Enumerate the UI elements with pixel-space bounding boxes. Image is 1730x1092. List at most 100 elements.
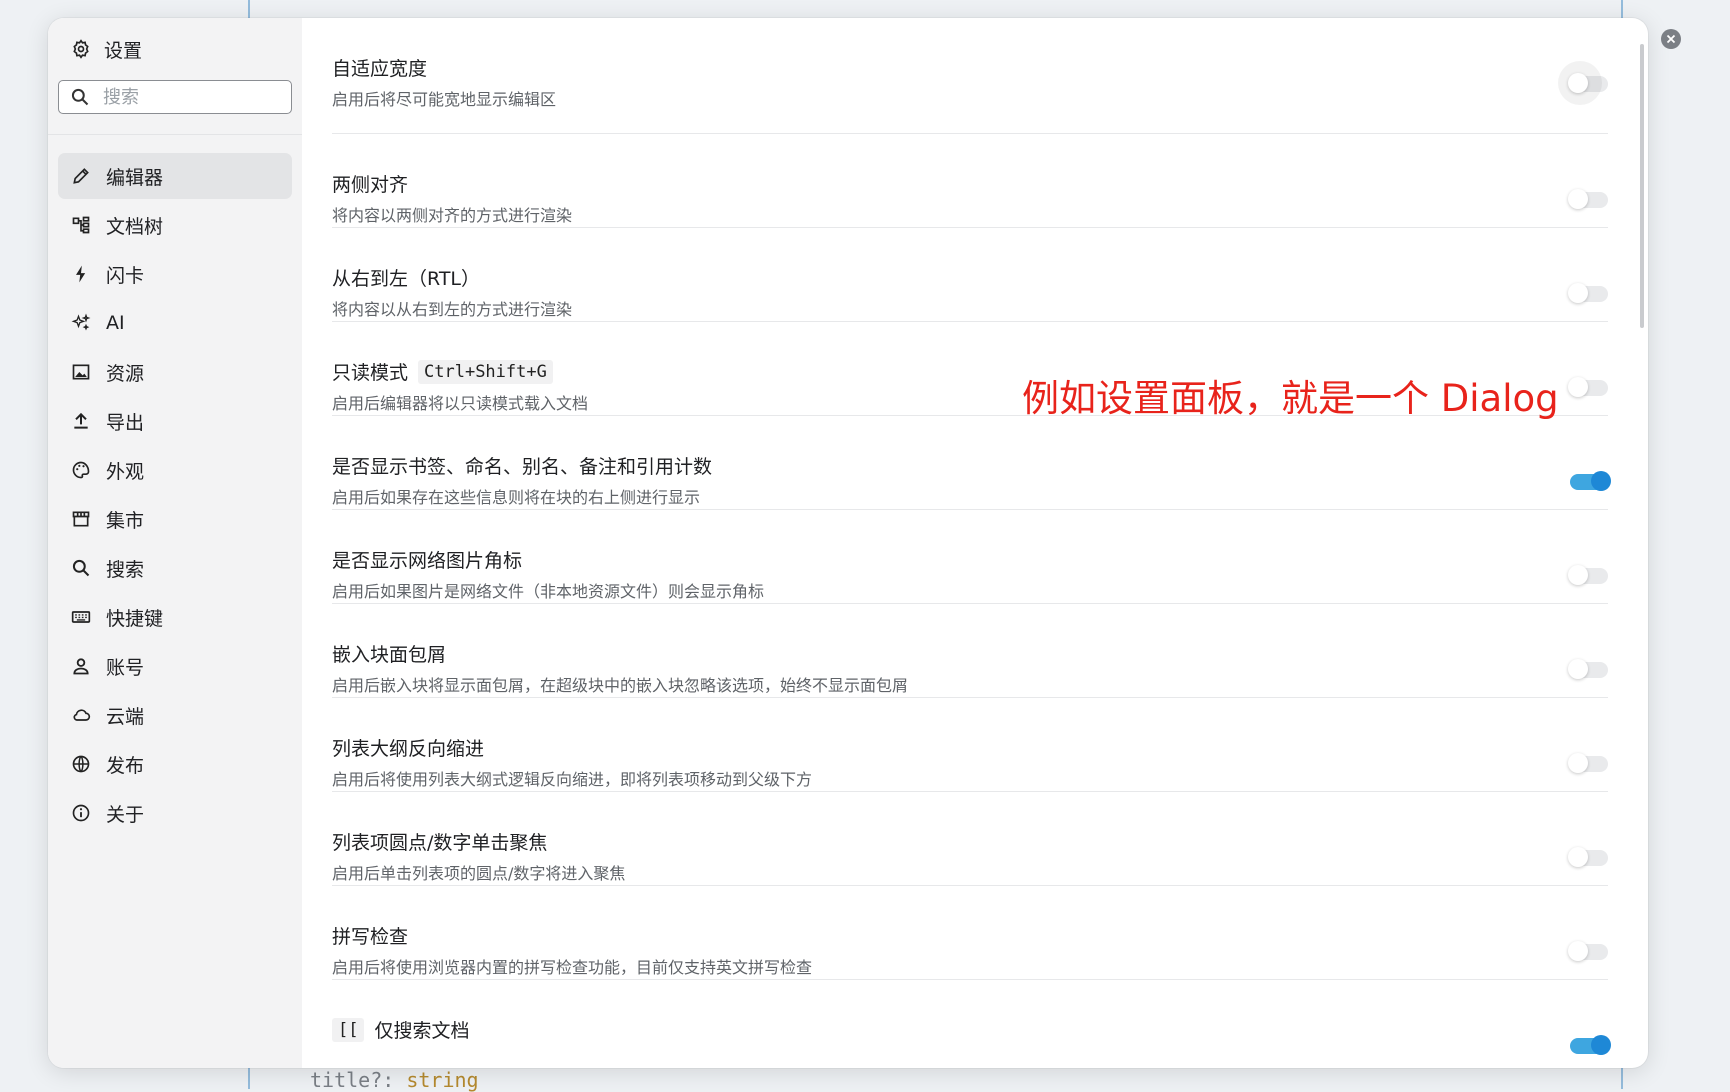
sidebar-item-7[interactable]: 集市 (58, 496, 292, 542)
setting-shortcut: Ctrl+Shift+G (418, 359, 553, 384)
globe-icon (70, 753, 92, 775)
setting-title: 嵌入块面包屑 (332, 644, 447, 666)
setting-row: 两侧对齐 将内容以两侧对齐的方式进行渲染 (332, 134, 1608, 228)
setting-row: 自适应宽度启用后将尽可能宽地显示编辑区 (332, 18, 1608, 134)
setting-row: 是否显示书签、命名、别名、备注和引用计数 启用后如果存在这些信息则将在块的右上侧进… (332, 416, 1611, 510)
sidebar-item-11[interactable]: 云端 (58, 692, 292, 738)
setting-title-wrap: 自适应宽度 (332, 54, 427, 81)
setting-row: 拼写检查 启用后将使用浏览器内置的拼写检查功能，目前仅支持英文拼写检查 (332, 886, 1608, 980)
sidebar-item-3[interactable]: AI (58, 300, 292, 346)
setting-title-wrap: 嵌入块面包屑 (332, 640, 446, 667)
toggle-knob (1568, 565, 1588, 585)
setting-toggle[interactable] (1568, 753, 1608, 773)
sidebar-item-label: 账号 (106, 656, 145, 679)
search-input[interactable] (101, 85, 275, 109)
setting-title: 两侧对齐 (332, 174, 409, 196)
setting-title-wrap: 只读模式 Ctrl+Shift+G (332, 358, 553, 385)
tree-icon (70, 214, 92, 236)
sidebar-item-label: 快捷键 (106, 607, 164, 630)
setting-toggle[interactable] (1568, 189, 1608, 209)
sidebar-item-9[interactable]: 快捷键 (58, 594, 292, 640)
setting-title-wrap: 列表项圆点/数字单击聚焦 (332, 828, 547, 855)
sidebar-item-label: 集市 (106, 509, 145, 532)
setting-row: [[仅搜索文档 (332, 980, 1611, 1068)
setting-description: 启用后单击列表项的圆点/数字将进入聚焦 (332, 864, 626, 883)
gear-icon (70, 38, 92, 60)
setting-row: 列表项圆点/数字单击聚焦启用后单击列表项的圆点/数字将进入聚焦 (332, 792, 1608, 886)
setting-row: 是否显示网络图片角标启用后如果图片是网络文件（非本地资源文件）则会显示角标 (332, 510, 1608, 604)
setting-title: 列表大纲反向缩进 (332, 738, 485, 760)
setting-title-wrap: 从右到左（RTL） (332, 264, 480, 291)
settings-dialog: 设置 编辑器文档树闪卡 AI 资源导出外观集市搜索快捷键账号云端发布关于 自适应宽度… (48, 18, 1648, 1068)
setting-title: 是否显示网络图片角标 (332, 550, 523, 572)
sidebar-item-0[interactable]: 编辑器 (58, 153, 292, 199)
background-code-line: title?: string (310, 1068, 479, 1092)
sidebar-item-8[interactable]: 搜索 (58, 545, 292, 591)
setting-description: 启用后如果图片是网络文件（非本地资源文件）则会显示角标 (332, 582, 765, 601)
setting-toggle[interactable] (1558, 61, 1608, 105)
sidebar-item-4[interactable]: 资源 (58, 349, 292, 395)
sidebar-item-1[interactable]: 文档树 (58, 202, 292, 248)
lightning-icon (70, 263, 92, 285)
setting-toggle[interactable] (1568, 283, 1608, 303)
code-type: string (406, 1068, 479, 1092)
keyboard-icon (70, 606, 92, 628)
setting-description: 启用后将使用列表大纲式逻辑反向缩进，即将列表项移动到父级下方 (332, 770, 813, 789)
sidebar-item-5[interactable]: 导出 (58, 398, 292, 444)
setting-description: 启用后将尽可能宽地显示编辑区 (332, 90, 557, 109)
search-box[interactable] (58, 80, 292, 114)
image-icon (70, 361, 92, 383)
sidebar-item-13[interactable]: 关于 (58, 790, 292, 836)
sidebar-item-12[interactable]: 发布 (58, 741, 292, 787)
setting-toggle[interactable] (1568, 377, 1608, 397)
setting-description: 启用后将使用浏览器内置的拼写检查功能，目前仅支持英文拼写检查 (332, 958, 813, 977)
sidebar-item-label: AI (106, 312, 125, 334)
close-icon (1666, 34, 1676, 44)
toggle-knob (1591, 1035, 1611, 1055)
sidebar-item-label: 外观 (106, 460, 145, 483)
setting-toggle[interactable] (1570, 1035, 1611, 1055)
setting-description: 启用后嵌入块将显示面包屑，在超级块中的嵌入块忽略该选项，始终不显示面包屑 (332, 676, 909, 695)
scrollbar[interactable] (1640, 44, 1644, 328)
cloud-icon (70, 704, 92, 726)
sidebar-item-6[interactable]: 外观 (58, 447, 292, 493)
toggle-knob (1568, 283, 1588, 303)
setting-row: 嵌入块面包屑启用后嵌入块将显示面包屑，在超级块中的嵌入块忽略该选项，始终不显示面… (332, 604, 1608, 698)
sidebar-item-label: 编辑器 (106, 166, 164, 189)
setting-row: 列表大纲反向缩进启用后将使用列表大纲式逻辑反向缩进，即将列表项移动到父级下方 (332, 698, 1608, 792)
setting-row: 从右到左（RTL） 将内容以从右到左的方式进行渲染 (332, 228, 1608, 322)
setting-title-wrap: 列表大纲反向缩进 (332, 734, 484, 761)
setting-title: 是否显示书签、命名、别名、备注和引用计数 (332, 456, 713, 478)
annotation-text: 例如设置面板，就是一个 Dialog (1022, 377, 1559, 420)
sidebar-item-2[interactable]: 闪卡 (58, 251, 292, 297)
sidebar-item-label: 关于 (106, 803, 145, 826)
setting-toggle[interactable] (1568, 659, 1608, 679)
toggle-knob (1568, 941, 1588, 961)
setting-title: 从右到左（RTL） (332, 268, 481, 290)
search-icon (69, 86, 91, 108)
sidebar-nav: 编辑器文档树闪卡 AI 资源导出外观集市搜索快捷键账号云端发布关于 (58, 153, 292, 836)
sidebar-item-label: 发布 (106, 754, 145, 777)
settings-list: 自适应宽度 启用后将尽可能宽地显示编辑区 两侧对齐 将内容以两侧对齐的方式进行渲染 从右… (302, 18, 1648, 1068)
setting-description: 启用后编辑器将以只读模式载入文档 (332, 394, 589, 413)
setting-toggle[interactable] (1568, 941, 1608, 961)
toggle-knob (1591, 471, 1611, 491)
setting-title-wrap: [[仅搜索文档 (332, 1016, 470, 1043)
sidebar-header: 设置 (58, 18, 292, 80)
toggle-knob (1568, 659, 1588, 679)
toggle-knob (1568, 753, 1588, 773)
upload-icon (70, 410, 92, 432)
setting-toggle[interactable] (1570, 471, 1611, 491)
close-button[interactable] (1661, 29, 1681, 49)
store-icon (70, 508, 92, 530)
setting-title-wrap: 两侧对齐 (332, 170, 408, 197)
info-icon (70, 802, 92, 824)
sidebar-item-label: 文档树 (106, 215, 164, 238)
toggle-knob (1568, 847, 1588, 867)
setting-toggle[interactable] (1568, 847, 1608, 867)
sidebar-item-label: 资源 (106, 362, 145, 385)
setting-title-wrap: 是否显示网络图片角标 (332, 546, 522, 573)
setting-prefix: [[ (332, 1017, 365, 1042)
sidebar-item-10[interactable]: 账号 (58, 643, 292, 689)
setting-toggle[interactable] (1568, 565, 1608, 585)
